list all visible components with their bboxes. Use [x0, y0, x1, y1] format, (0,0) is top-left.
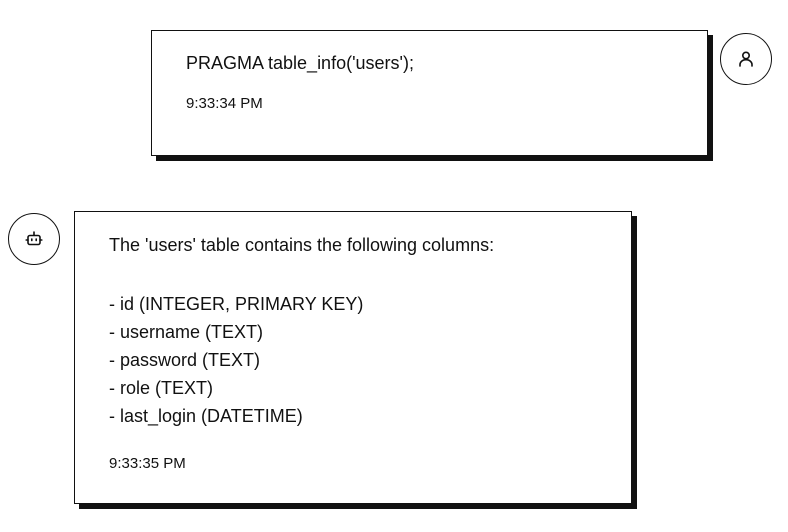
assistant-message-bubble: The 'users' table contains the following…	[74, 211, 632, 504]
assistant-message-timestamp: 9:33:35 PM	[109, 455, 186, 472]
user-message-bubble: PRAGMA table_info('users'); 9:33:34 PM	[151, 30, 708, 156]
user-message-timestamp: 9:33:34 PM	[186, 95, 263, 112]
column-line-role: - role (TEXT)	[109, 378, 214, 398]
user-message-text: PRAGMA table_info('users');	[186, 53, 414, 73]
user-icon	[739, 51, 753, 67]
user-avatar	[720, 33, 772, 85]
column-line-username: - username (TEXT)	[109, 322, 264, 342]
assistant-message-intro: The 'users' table contains the following…	[109, 235, 495, 255]
bot-avatar	[8, 213, 60, 265]
column-line-password: - password (TEXT)	[109, 350, 261, 370]
column-line-id: - id (INTEGER, PRIMARY KEY)	[109, 294, 364, 314]
column-line-last-login: - last_login (DATETIME)	[109, 406, 303, 426]
bot-icon	[25, 231, 43, 246]
